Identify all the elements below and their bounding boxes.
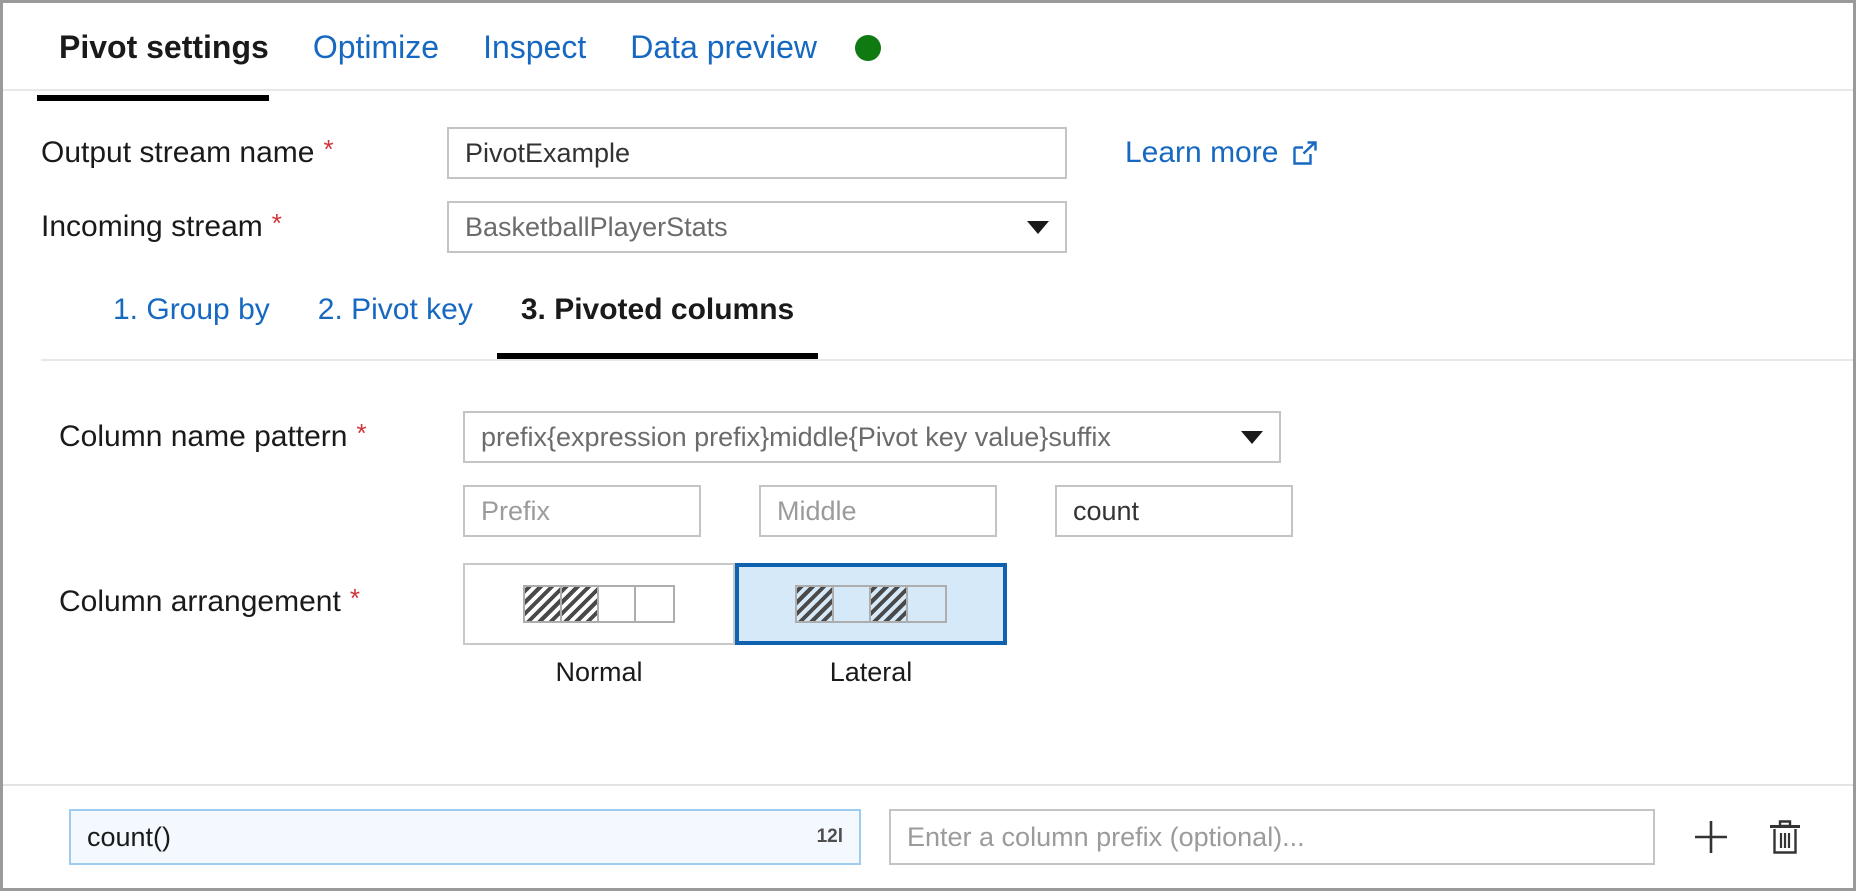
- expression-input[interactable]: count() 12l: [69, 809, 861, 865]
- suffix-input[interactable]: count: [1055, 485, 1293, 537]
- incoming-stream-select[interactable]: BasketballPlayerStats: [447, 201, 1067, 253]
- pattern-segments-row: Prefix Middle count: [463, 485, 1853, 537]
- status-dot-icon: [855, 35, 881, 61]
- column-name-pattern-select[interactable]: prefix{expression prefix}middle{Pivot ke…: [463, 411, 1281, 463]
- column-name-pattern-value: prefix{expression prefix}middle{Pivot ke…: [481, 422, 1111, 453]
- tab-optimize[interactable]: Optimize: [291, 3, 461, 63]
- column-name-pattern-label: Column name pattern: [59, 420, 348, 453]
- arrangement-lateral-box: [735, 563, 1007, 645]
- column-arrangement-row: Column arrangement * Normal: [59, 563, 1853, 688]
- tab-inspect-label: Inspect: [483, 29, 586, 65]
- subtab-group-by[interactable]: 1. Group by: [89, 287, 294, 327]
- output-stream-label: Output stream name: [41, 136, 314, 169]
- add-expression-button[interactable]: [1689, 815, 1733, 859]
- chevron-down-icon: [1241, 431, 1263, 444]
- incoming-stream-value: BasketballPlayerStats: [465, 212, 728, 243]
- incoming-stream-label-group: Incoming stream *: [41, 210, 447, 244]
- column-arrangement-required-marker: *: [350, 583, 360, 613]
- pivoted-columns-panel: Column name pattern * prefix{expression p…: [3, 363, 1853, 688]
- incoming-stream-required-marker: *: [272, 208, 282, 238]
- plus-icon: [1690, 816, 1732, 858]
- top-tabstrip: Pivot settings Optimize Inspect Data pre…: [3, 3, 1853, 91]
- tab-pivot-settings[interactable]: Pivot settings: [37, 3, 291, 63]
- data-preview-status: [839, 3, 881, 61]
- subtab-pivot-key-label: 2. Pivot key: [318, 293, 473, 326]
- arrangement-option-lateral[interactable]: Lateral: [735, 563, 1007, 688]
- arrangement-normal-icon: [523, 585, 675, 623]
- arrangement-normal-label: Normal: [463, 657, 735, 688]
- column-name-pattern-required-marker: *: [357, 418, 367, 448]
- learn-more-link[interactable]: Learn more: [1125, 136, 1318, 170]
- column-arrangement-label: Column arrangement: [59, 585, 341, 618]
- output-stream-input[interactable]: PivotExample: [447, 127, 1067, 179]
- trash-icon: [1766, 817, 1804, 857]
- chevron-down-icon: [1027, 221, 1049, 234]
- output-stream-row: Output stream name * PivotExample Learn m…: [41, 127, 1853, 179]
- incoming-stream-row: Incoming stream * BasketballPlayerStats: [41, 201, 1853, 253]
- column-arrangement-options: Normal Lateral: [463, 563, 1007, 688]
- prefix-input[interactable]: Prefix: [463, 485, 701, 537]
- stream-form: Output stream name * PivotExample Learn m…: [3, 91, 1853, 253]
- cell: [797, 587, 834, 621]
- subtab-pivoted-columns[interactable]: 3. Pivoted columns: [497, 287, 818, 327]
- data-type-badge: 12l: [817, 826, 843, 848]
- middle-input[interactable]: Middle: [759, 485, 997, 537]
- subtab-pivot-key[interactable]: 2. Pivot key: [294, 287, 497, 327]
- column-name-pattern-row: Column name pattern * prefix{expression p…: [59, 411, 1853, 463]
- tab-pivot-settings-label: Pivot settings: [59, 29, 269, 65]
- tab-optimize-label: Optimize: [313, 29, 439, 65]
- pivot-settings-panel: Pivot settings Optimize Inspect Data pre…: [0, 0, 1856, 891]
- cell: [525, 587, 562, 621]
- tab-inspect[interactable]: Inspect: [461, 3, 608, 63]
- output-stream-label-group: Output stream name *: [41, 136, 447, 170]
- tabstrip-divider: [3, 89, 1853, 91]
- subtabs-divider: [41, 359, 1853, 361]
- external-link-icon: [1292, 140, 1318, 166]
- incoming-stream-label: Incoming stream: [41, 210, 263, 243]
- cell: [636, 587, 673, 621]
- cell: [871, 587, 908, 621]
- column-name-pattern-label-group: Column name pattern *: [59, 420, 463, 454]
- arrangement-option-normal[interactable]: Normal: [463, 563, 735, 688]
- column-arrangement-label-group: Column arrangement *: [59, 563, 463, 619]
- subtab-pivoted-columns-label: 3. Pivoted columns: [521, 293, 794, 326]
- cell: [834, 587, 871, 621]
- pivot-subtabs: 1. Group by 2. Pivot key 3. Pivoted colu…: [41, 287, 1853, 363]
- arrangement-normal-box: [463, 563, 735, 645]
- arrangement-lateral-icon: [795, 585, 947, 623]
- column-prefix-input[interactable]: Enter a column prefix (optional)...: [889, 809, 1655, 865]
- subtab-group-by-label: 1. Group by: [113, 293, 270, 326]
- prefix-input-text: Prefix: [481, 496, 550, 527]
- cell: [562, 587, 599, 621]
- expression-value: count(): [87, 822, 171, 853]
- suffix-input-text: count: [1073, 496, 1139, 527]
- cell: [599, 587, 636, 621]
- tab-data-preview-label: Data preview: [630, 29, 817, 65]
- expression-row-actions: [1689, 815, 1807, 859]
- expression-row: count() 12l Enter a column prefix (optio…: [3, 784, 1853, 888]
- arrangement-lateral-label: Lateral: [735, 657, 1007, 688]
- cell: [908, 587, 945, 621]
- output-stream-value: PivotExample: [465, 138, 630, 169]
- learn-more-label: Learn more: [1125, 136, 1278, 170]
- column-prefix-placeholder: Enter a column prefix (optional)...: [907, 822, 1305, 853]
- middle-input-text: Middle: [777, 496, 857, 527]
- tab-data-preview[interactable]: Data preview: [608, 3, 839, 63]
- output-stream-required-marker: *: [323, 134, 333, 164]
- delete-expression-button[interactable]: [1763, 815, 1807, 859]
